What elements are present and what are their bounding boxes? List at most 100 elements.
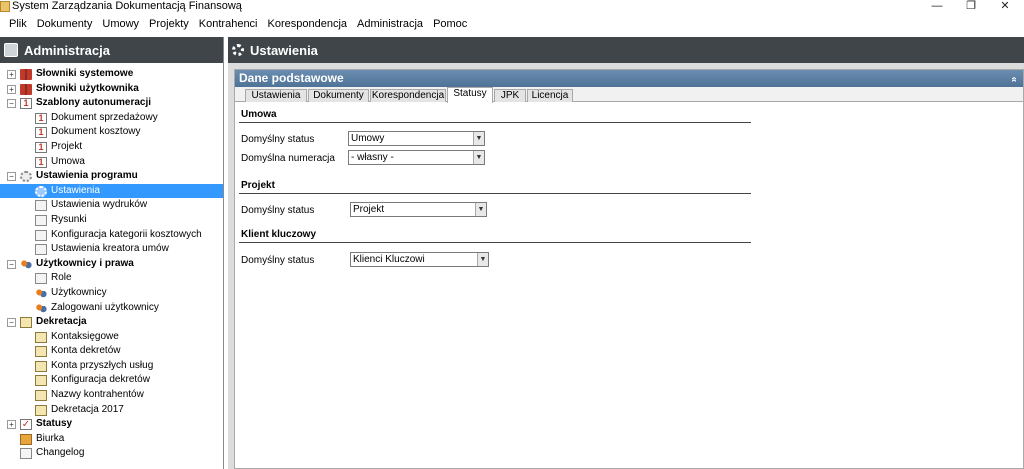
menu-projekty[interactable]: Projekty bbox=[144, 15, 194, 33]
tree-item-24[interactable]: + ✓ Statusy bbox=[0, 417, 223, 432]
dropdown-arrow-icon[interactable]: ▼ bbox=[477, 253, 488, 266]
dropdown-arrow-icon[interactable]: ▼ bbox=[473, 132, 484, 145]
group-klient-title: Klient kluczowy bbox=[241, 229, 317, 240]
administration-title: Administracja bbox=[24, 42, 110, 58]
tree-item-label: Słowniki użytkownika bbox=[36, 82, 139, 94]
group-projekt-title: Projekt bbox=[241, 180, 275, 191]
tree-item-6[interactable]: 1 Umowa bbox=[0, 155, 223, 170]
tree-item-0[interactable]: + Słowniki systemowe bbox=[0, 67, 223, 82]
tree-item-8[interactable]: Ustawienia bbox=[0, 183, 223, 199]
group-umowa-divider bbox=[239, 122, 751, 123]
menu-plik[interactable]: Plik bbox=[4, 15, 32, 33]
menu-administracja[interactable]: Administracja bbox=[352, 15, 428, 33]
collapse-icon[interactable]: − bbox=[7, 99, 16, 109]
tree-item-12[interactable]: Ustawienia kreatora umów bbox=[0, 242, 223, 257]
tree-item-label: Ustawienia programu bbox=[36, 170, 138, 182]
tab-ustawienia[interactable]: Ustawienia bbox=[245, 89, 307, 102]
collapse-icon[interactable]: − bbox=[7, 318, 16, 328]
tree-item-9[interactable]: Ustawienia wydruków bbox=[0, 198, 223, 213]
document-icon bbox=[35, 229, 47, 241]
tree-item-5[interactable]: 1 Projekt bbox=[0, 140, 223, 155]
document-icon bbox=[35, 244, 47, 256]
umowa-default-status-label: Domyślny status bbox=[241, 134, 315, 145]
app-icon bbox=[0, 1, 10, 12]
tree-item-14[interactable]: Role bbox=[0, 271, 223, 286]
tree-item-label: Umowa bbox=[51, 155, 85, 167]
tree-item-15[interactable]: Użytkownicy bbox=[0, 286, 223, 301]
projekt-default-status-label: Domyślny status bbox=[241, 205, 315, 216]
document-icon bbox=[35, 200, 47, 212]
collapse-icon[interactable]: » bbox=[1006, 77, 1023, 83]
tree-item-13[interactable]: − Użytkownicy i prawa bbox=[0, 257, 223, 272]
restore-button[interactable]: ❐ bbox=[956, 0, 986, 14]
settings-header: Ustawienia bbox=[228, 37, 1024, 63]
tree-item-label: Słowniki systemowe bbox=[36, 68, 134, 79]
minimize-button[interactable]: — bbox=[922, 0, 952, 14]
tree-item-19[interactable]: Konta dekretów bbox=[0, 344, 223, 359]
klient-default-status-select[interactable]: Klienci Kluczowi ▼ bbox=[350, 252, 489, 267]
tree-item-10[interactable]: Rysunki bbox=[0, 213, 223, 228]
tree-item-7[interactable]: − Ustawienia programu bbox=[0, 169, 223, 184]
tree-item-16[interactable]: Zalogowani użytkownicy bbox=[0, 301, 223, 316]
tab-statusy[interactable]: Statusy bbox=[447, 87, 493, 103]
menu-pomoc[interactable]: Pomoc bbox=[428, 15, 472, 33]
tree-item-23[interactable]: Dekretacja 2017 bbox=[0, 403, 223, 418]
klient-default-status-value: Klienci Kluczowi bbox=[353, 254, 425, 265]
decree-icon bbox=[35, 360, 47, 372]
tree-item-21[interactable]: Konfiguracja dekretów bbox=[0, 373, 223, 388]
projekt-default-status-select[interactable]: Projekt ▼ bbox=[350, 202, 487, 217]
administration-tree: + Słowniki systemowe + Słowniki użytkownika… bbox=[0, 63, 223, 461]
umowa-default-numbering-select[interactable]: - własny - ▼ bbox=[348, 150, 485, 165]
tree-item-label: Projekt bbox=[51, 140, 83, 152]
tree-item-4[interactable]: 1 Dokument kosztowy bbox=[0, 125, 223, 140]
decree-icon bbox=[35, 331, 47, 343]
close-button[interactable]: ✕ bbox=[990, 0, 1020, 14]
desk-icon bbox=[20, 433, 32, 445]
tree-item-label: Rysunki bbox=[51, 213, 87, 225]
umowa-default-numbering-label: Domyślna numeracja bbox=[241, 153, 335, 164]
collapse-icon[interactable]: − bbox=[7, 172, 16, 182]
decree-icon bbox=[35, 346, 47, 358]
numbering-icon: 1 bbox=[20, 98, 32, 110]
tree-item-label: Role bbox=[51, 272, 72, 284]
expand-icon[interactable]: + bbox=[7, 84, 16, 94]
dropdown-arrow-icon[interactable]: ▼ bbox=[475, 203, 486, 216]
menu-dokumenty[interactable]: Dokumenty bbox=[32, 15, 98, 33]
numbering-icon: 1 bbox=[35, 127, 47, 139]
menu-kontrahenci[interactable]: Kontrahenci bbox=[194, 15, 263, 33]
tab-licencja[interactable]: Licencja bbox=[527, 89, 573, 102]
tree-item-22[interactable]: Nazwy kontrahentów bbox=[0, 388, 223, 403]
books-icon bbox=[20, 69, 32, 80]
tree-item-2[interactable]: −1 Szablony autonumeracji bbox=[0, 96, 223, 111]
tree-item-label: Użytkownicy bbox=[51, 286, 107, 298]
umowa-default-status-value: Umowy bbox=[351, 133, 385, 144]
tree-item-label: Dekretacja 2017 bbox=[51, 403, 124, 415]
tree-item-25[interactable]: Biurka bbox=[0, 432, 223, 447]
tab-jpk[interactable]: JPK bbox=[494, 89, 526, 102]
collapse-icon[interactable]: − bbox=[7, 259, 16, 269]
document-icon bbox=[35, 273, 47, 285]
tree-item-3[interactable]: 1 Dokument sprzedażowy bbox=[0, 111, 223, 126]
umowa-default-status-select[interactable]: Umowy ▼ bbox=[348, 131, 485, 146]
section-header: Dane podstawowe » bbox=[235, 70, 1023, 87]
section-title: Dane podstawowe bbox=[239, 71, 344, 85]
tab-korespondencja[interactable]: Korespondencja bbox=[370, 89, 446, 102]
menu-korespondencja[interactable]: Korespondencja bbox=[263, 15, 353, 33]
dropdown-arrow-icon[interactable]: ▼ bbox=[473, 151, 484, 164]
tree-item-20[interactable]: Konta przyszłych usług bbox=[0, 359, 223, 374]
tree-item-label: Zalogowani użytkownicy bbox=[51, 301, 159, 313]
gear-icon bbox=[20, 171, 32, 183]
tree-item-1[interactable]: + Słowniki użytkownika bbox=[0, 82, 223, 97]
tree-item-18[interactable]: Kontaksięgowe bbox=[0, 330, 223, 345]
tree-item-11[interactable]: Konfiguracja kategorii kosztowych bbox=[0, 228, 223, 243]
tab-dokumenty[interactable]: Dokumenty bbox=[308, 89, 369, 102]
menu-bar: Plik Dokumenty Umowy Projekty Kontrahenc… bbox=[0, 15, 1024, 33]
decree-icon bbox=[35, 375, 47, 387]
menu-umowy[interactable]: Umowy bbox=[97, 15, 144, 33]
tree-item-17[interactable]: − Dekretacja bbox=[0, 315, 223, 330]
expand-icon[interactable]: + bbox=[7, 70, 16, 79]
tree-item-label: Konta przyszłych usług bbox=[51, 359, 154, 371]
expand-icon[interactable]: + bbox=[7, 420, 16, 430]
klient-default-status-label: Domyślny status bbox=[241, 255, 315, 266]
tree-item-26[interactable]: Changelog bbox=[0, 446, 223, 461]
